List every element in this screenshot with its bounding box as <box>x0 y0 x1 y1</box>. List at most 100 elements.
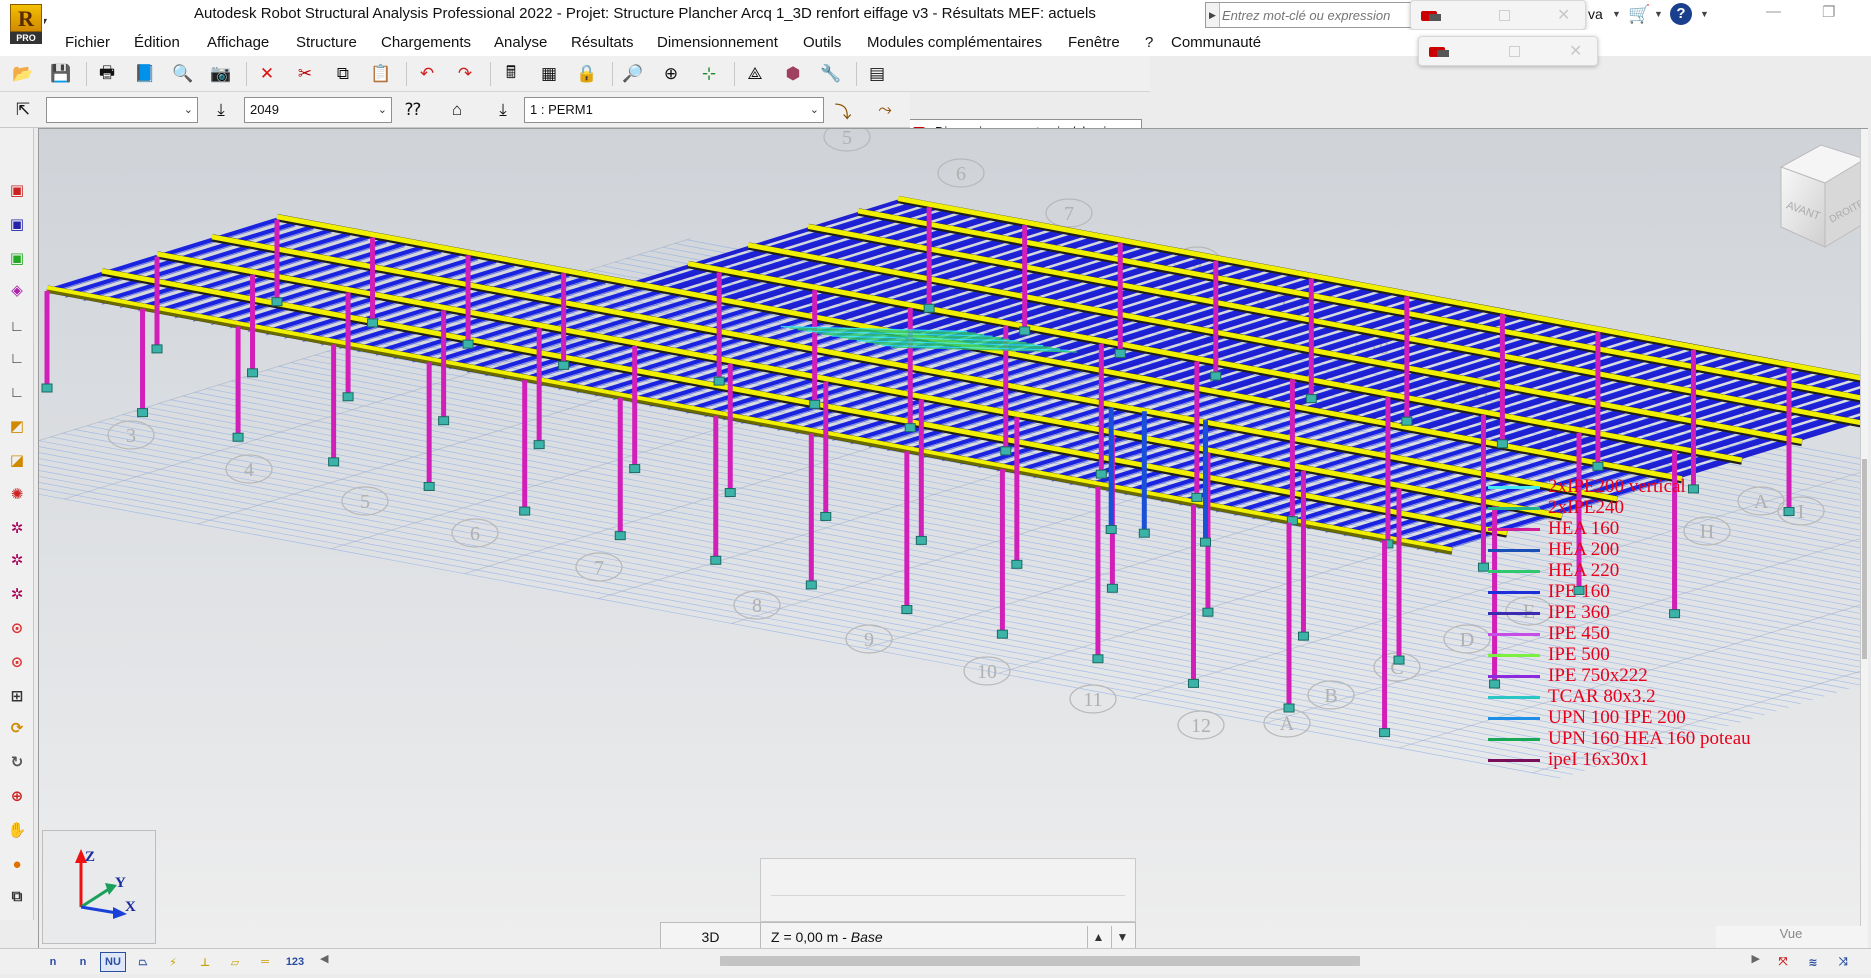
menu-analyse[interactable]: Analyse <box>494 34 547 51</box>
maximize-icon[interactable] <box>1509 46 1520 57</box>
scroll-right-icon[interactable]: ▶ <box>1752 952 1760 965</box>
sections-icon[interactable]: ≋ <box>1800 952 1826 972</box>
rotate-3d-icon[interactable]: ↻ <box>5 750 29 774</box>
node-selection-combo[interactable]: 2049 ⌄ <box>244 97 392 123</box>
paste-icon[interactable]: 📋 <box>368 62 394 86</box>
rotate-view-icon[interactable]: ✺ <box>5 482 29 506</box>
display-nu-button[interactable]: NU <box>100 952 126 972</box>
selection-query-icon[interactable]: ⁇ <box>400 98 426 122</box>
selection-cursor-icon[interactable]: ⇱ <box>10 98 36 122</box>
render-sphere-icon[interactable]: ● <box>5 852 29 876</box>
snap-icon[interactable]: ⊹ <box>696 62 722 86</box>
expand-icon[interactable]: ▶ <box>1206 3 1220 27</box>
close-icon[interactable]: ✕ <box>1569 41 1582 61</box>
display-options-icon[interactable]: ⤧ <box>1770 952 1796 972</box>
calculator-icon[interactable]: 🖩 <box>498 62 524 86</box>
panels-display-button[interactable]: ▱ <box>222 952 248 972</box>
chevron-down-icon[interactable]: ▼ <box>1612 9 1621 19</box>
lock-icon[interactable]: 🔒 <box>574 62 600 86</box>
screen-capture-icon[interactable]: 📷 <box>208 62 234 86</box>
copy-icon[interactable]: ⧉ <box>330 62 356 86</box>
pan-hand-icon[interactable]: ✋ <box>5 818 29 842</box>
viewport-vertical-scrollbar[interactable] <box>1860 129 1868 948</box>
structure-model-icon[interactable]: ⟁ <box>742 62 768 86</box>
save-icon[interactable]: 💾 <box>48 62 74 86</box>
menu-edition[interactable]: Édition <box>134 34 180 51</box>
load-definition-icon[interactable]: ⤵ <box>830 98 856 122</box>
close-icon[interactable]: ✕ <box>1557 5 1570 25</box>
view-xy-icon[interactable]: ▣ <box>5 246 29 270</box>
rotate-y-icon[interactable]: ✲ <box>5 548 29 572</box>
maximize-icon[interactable] <box>1499 10 1510 21</box>
restore-icon[interactable]: ❐ <box>1822 3 1835 21</box>
help-icon[interactable]: ? <box>1670 3 1692 25</box>
menu-modules[interactable]: Modules complémentaires <box>867 34 1042 51</box>
search-input[interactable] <box>1222 5 1422 25</box>
bar-numbers-button[interactable]: n <box>70 952 96 972</box>
structure-view-icon[interactable]: ⬢ <box>780 62 806 86</box>
layout-icon[interactable]: ▤ <box>864 62 890 86</box>
floating-window-1[interactable]: ✕ <box>1410 0 1586 30</box>
axis-xz-icon[interactable]: ∟ <box>5 314 29 338</box>
chevron-down-icon[interactable]: ⌄ <box>378 98 387 122</box>
cart-icon[interactable]: 🛒 <box>1628 4 1650 25</box>
table-icon[interactable]: ▦ <box>536 62 562 86</box>
supports-display-button[interactable]: ⊥ <box>192 952 218 972</box>
viewport-horizontal-scrollbar[interactable]: ◀ ▶ <box>320 952 1760 968</box>
view-cube[interactable]: AVANT DROITE <box>1779 144 1867 248</box>
menu-help[interactable]: ? <box>1145 34 1153 51</box>
minimize-icon[interactable]: — <box>1766 3 1781 20</box>
axis-xy-icon[interactable]: ∟ <box>5 346 29 370</box>
view-3d-icon[interactable]: ◈ <box>5 278 29 302</box>
load-table-icon[interactable]: ⤳ <box>872 98 898 122</box>
node-selection-icon[interactable]: ⤓ <box>208 98 234 122</box>
plane-down-button[interactable]: ▼ <box>1111 926 1133 948</box>
menu-fichier[interactable]: Fichier <box>65 34 110 51</box>
values-display-button[interactable]: 123 <box>282 952 308 972</box>
node-numbers-button[interactable]: n <box>40 952 66 972</box>
rotate-x-icon[interactable]: ✲ <box>5 516 29 540</box>
zoom-dynamic-icon[interactable]: ⊙ <box>5 650 29 674</box>
zoom-icon[interactable]: 🔎 <box>620 62 646 86</box>
menu-affichage[interactable]: Affichage <box>207 34 269 51</box>
cut-icon[interactable]: ✂ <box>292 62 318 86</box>
chevron-down-icon[interactable]: ⌄ <box>810 98 819 122</box>
section-icon[interactable]: ◩ <box>5 414 29 438</box>
menu-dimensionnement[interactable]: Dimensionnement <box>657 34 778 51</box>
section-view-icon[interactable]: ◪ <box>5 448 29 472</box>
chevron-down-icon[interactable]: ▼ <box>1654 9 1663 19</box>
zoom-in-icon[interactable]: ⊕ <box>5 784 29 808</box>
search-box[interactable]: ▶ <box>1205 2 1425 28</box>
axis-yz-icon[interactable]: ∟ <box>5 380 29 404</box>
view-xz-icon[interactable]: ▣ <box>5 178 29 202</box>
menu-fenetre[interactable]: Fenêtre <box>1068 34 1120 51</box>
redo-icon[interactable]: ↷ <box>452 62 478 86</box>
chevron-down-icon[interactable]: ⌄ <box>184 98 193 122</box>
selection-combo[interactable]: ⌄ <box>46 97 198 123</box>
menu-chargements[interactable]: Chargements <box>381 34 471 51</box>
scrollbar-thumb[interactable] <box>720 956 1360 966</box>
attributes-icon[interactable]: ⤨ <box>1830 952 1856 972</box>
load-display-button[interactable]: ⚡ <box>160 952 186 972</box>
load-case-combo[interactable]: 1 : PERM1 ⌄ <box>524 97 824 123</box>
floating-window-2[interactable]: ✕ <box>1418 36 1598 66</box>
member-display-button[interactable]: ═ <box>252 952 278 972</box>
chevron-down-icon[interactable]: ▼ <box>1700 9 1709 19</box>
window-layers-icon[interactable]: ⧉ <box>5 884 29 908</box>
menu-communaute[interactable]: Communauté <box>1171 34 1261 51</box>
undo-icon[interactable]: ↶ <box>414 62 440 86</box>
view-mode-label[interactable]: 3D <box>661 923 761 951</box>
zoom-all-icon[interactable]: ⊕ <box>658 62 684 86</box>
print-icon[interactable]: 🖶 <box>94 62 120 86</box>
delete-icon[interactable]: ✕ <box>254 62 280 86</box>
scroll-left-icon[interactable]: ◀ <box>320 952 328 965</box>
rotate-z-icon[interactable]: ✲ <box>5 582 29 606</box>
home-view-icon[interactable]: ⌂ <box>444 98 470 122</box>
menu-outils[interactable]: Outils <box>803 34 841 51</box>
zoom-window-icon[interactable]: ⊙ <box>5 616 29 640</box>
print-preview-icon[interactable]: 🔍 <box>170 62 196 86</box>
section-shape-button[interactable]: ⏢ <box>130 952 156 972</box>
menu-structure[interactable]: Structure <box>296 34 357 51</box>
load-case-icon[interactable]: ⤓ <box>490 98 516 122</box>
user-name[interactable]: va <box>1588 6 1603 22</box>
